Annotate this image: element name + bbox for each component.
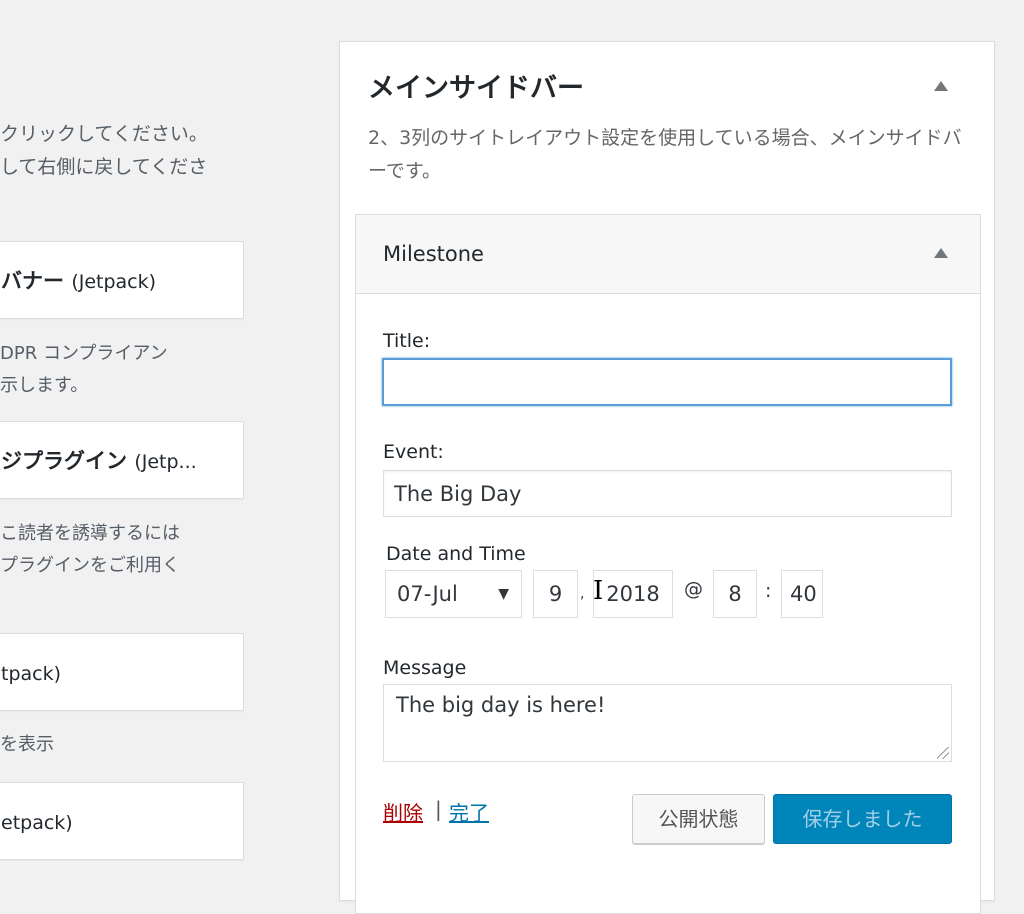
sidebar-description: 2、3列のサイトレイアウト設定を使用している場合、メインサイドバーです。 xyxy=(368,127,962,182)
widget-description: を表示 xyxy=(0,729,250,761)
description-line: DPR コンプライアン xyxy=(0,343,168,364)
widget-toggle-arrow-icon[interactable] xyxy=(934,248,948,258)
widget-label: etpack) xyxy=(1,812,73,834)
description-line: プラグインをご利用く xyxy=(0,555,180,576)
hour-input[interactable]: 8 xyxy=(713,570,757,618)
month-select[interactable]: 07-Jul ▼ xyxy=(385,570,522,618)
time-colon: : xyxy=(765,580,772,602)
month-value: 07-Jul xyxy=(397,582,458,606)
at-sign: @ xyxy=(684,578,703,600)
action-separator: | xyxy=(435,797,442,821)
save-button[interactable]: 保存しました xyxy=(773,794,952,844)
available-widgets-instructions: クリックしてください。 して右側に戻してくださ xyxy=(0,118,250,184)
instruction-line: クリックしてください。 xyxy=(0,123,208,145)
description-line: を表示 xyxy=(0,734,54,755)
delete-link[interactable]: 削除 xyxy=(383,797,423,826)
description-line: こ読者を誘導するには xyxy=(0,523,180,544)
widget-label: ジプラグイン (Jetp... xyxy=(1,449,197,473)
widget-title: Milestone xyxy=(383,242,484,266)
widget-header[interactable]: Milestone xyxy=(356,215,980,294)
available-widget-4[interactable]: etpack) xyxy=(0,782,244,860)
resize-handle-icon[interactable] xyxy=(937,747,949,759)
widget-label: tpack) xyxy=(1,663,62,685)
event-input[interactable] xyxy=(383,470,952,517)
text-cursor-icon: I xyxy=(593,576,604,606)
day-value: 9 xyxy=(548,582,563,606)
instruction-line: して右側に戻してくださ xyxy=(0,156,208,178)
visibility-button[interactable]: 公開状態 xyxy=(632,794,765,844)
message-value: The big day is here! xyxy=(396,693,606,717)
hour-value: 8 xyxy=(728,582,742,606)
widget-label: バナー (Jetpack) xyxy=(1,269,157,293)
available-widget-plugin[interactable]: ジプラグイン (Jetp... xyxy=(0,421,244,499)
message-textarea[interactable]: The big day is here! xyxy=(383,684,952,762)
description-line: 示します。 xyxy=(0,375,89,396)
year-input[interactable]: 2018 xyxy=(593,570,673,618)
widget-description: DPR コンプライアン 示します。 xyxy=(0,338,250,402)
sidebar-title[interactable]: メインサイドバー xyxy=(368,66,584,105)
title-label: Title: xyxy=(383,330,431,352)
available-widget-3[interactable]: tpack) xyxy=(0,633,244,711)
event-label: Event: xyxy=(383,441,444,463)
done-link[interactable]: 完了 xyxy=(449,797,489,826)
collapse-arrow-icon[interactable] xyxy=(934,81,948,91)
date-comma: , xyxy=(580,586,585,602)
title-input[interactable] xyxy=(382,358,952,406)
dropdown-arrow-icon: ▼ xyxy=(498,586,509,602)
minute-input[interactable]: 40 xyxy=(781,570,823,618)
widget-description: こ読者を誘導するには プラグインをご利用く xyxy=(0,518,250,582)
day-input[interactable]: 9 xyxy=(533,570,578,618)
year-value: 2018 xyxy=(606,582,660,606)
message-label: Message xyxy=(383,657,467,679)
date-time-label: Date and Time xyxy=(386,543,526,565)
available-widget-banner[interactable]: バナー (Jetpack) xyxy=(0,241,244,319)
minute-value: 40 xyxy=(790,582,817,606)
